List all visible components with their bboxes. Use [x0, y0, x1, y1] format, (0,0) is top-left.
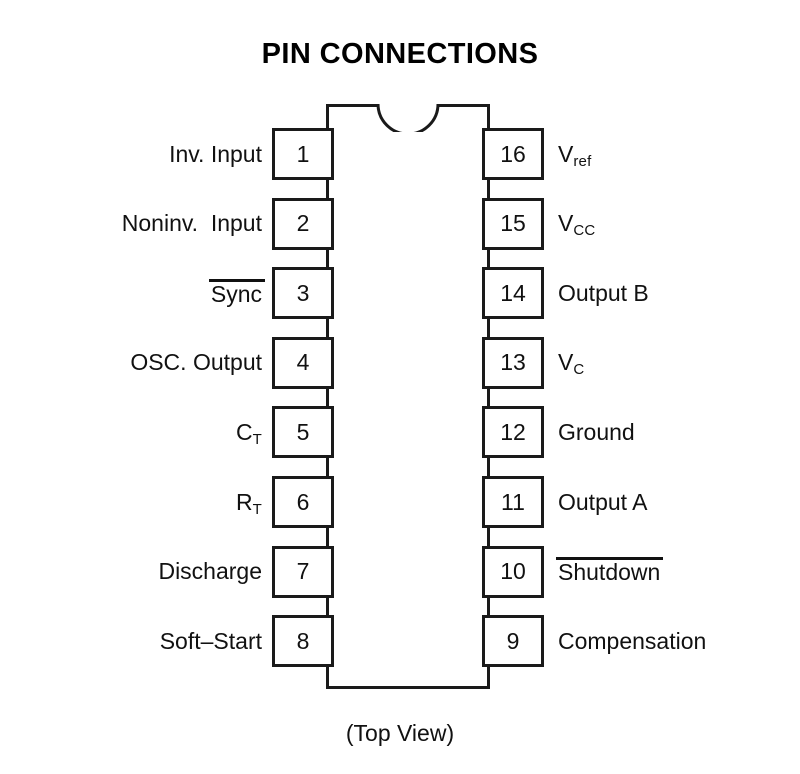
pin-row: 9 Compensation — [482, 615, 800, 668]
pin-label-12: Ground — [558, 418, 635, 445]
pin-label-16: Vref — [558, 140, 592, 170]
pin-row: Soft–Start 8 — [0, 615, 334, 668]
pin-row: CT 5 — [0, 406, 334, 459]
pin-row: 16 Vref — [482, 128, 800, 180]
pin-label-10: Shutdown — [555, 557, 664, 586]
pin-label-15: VCC — [558, 210, 596, 240]
pin-number-8: 8 — [272, 615, 334, 668]
pin-row: Discharge 7 — [0, 545, 334, 598]
page-title: PIN CONNECTIONS — [261, 38, 539, 70]
pin-number-7: 7 — [272, 545, 334, 598]
pin-label-8: Soft–Start — [159, 627, 262, 654]
pin-number-4: 4 — [272, 336, 334, 389]
pin-label-6: RT — [236, 488, 262, 518]
pin-row: 14 Output B — [482, 267, 800, 320]
pin-row: 13 VC — [482, 336, 800, 389]
pin-number-2: 2 — [272, 197, 334, 250]
pin-number-12: 12 — [482, 406, 544, 459]
pin-number-10: 10 — [482, 545, 544, 598]
pin-row: OSC. Output 4 — [0, 336, 334, 389]
pin-number-9: 9 — [482, 615, 544, 668]
pin-number-11: 11 — [482, 476, 544, 528]
pin-row: Sync 3 — [0, 267, 334, 320]
pin-row: 15 VCC — [482, 197, 800, 250]
pin-label-4: OSC. Output — [130, 349, 262, 376]
pin-label-14: Output B — [558, 279, 649, 306]
pin-label-1: Inv. Input — [169, 140, 262, 167]
chip-body — [326, 104, 490, 689]
pin-row: 10 Shutdown — [482, 545, 800, 598]
view-caption: (Top View) — [345, 720, 455, 746]
pin-number-14: 14 — [482, 267, 544, 320]
pin-number-3: 3 — [272, 267, 334, 320]
pin-label-3: Sync — [208, 278, 266, 307]
pin-label-9: Compensation — [558, 627, 707, 654]
pin-row: 12 Ground — [482, 406, 800, 459]
pin-number-13: 13 — [482, 336, 544, 389]
pin-number-6: 6 — [272, 476, 334, 528]
pin-row: Inv. Input 1 — [0, 128, 334, 180]
pin-row: RT 6 — [0, 476, 334, 528]
pin-label-13: VC — [558, 349, 585, 379]
pin-label-2: Noninv. Input — [121, 210, 262, 237]
pin-number-1: 1 — [272, 128, 334, 180]
pin-number-16: 16 — [482, 128, 544, 180]
pin-label-7: Discharge — [158, 558, 262, 585]
pin-number-15: 15 — [482, 197, 544, 250]
pin-row: 11 Output A — [482, 476, 800, 528]
pin-label-5: CT — [236, 418, 262, 448]
pin-label-11: Output A — [558, 488, 648, 515]
pin-number-5: 5 — [272, 406, 334, 459]
package-notch-icon — [376, 92, 440, 136]
pin-row: Noninv. Input 2 — [0, 197, 334, 250]
